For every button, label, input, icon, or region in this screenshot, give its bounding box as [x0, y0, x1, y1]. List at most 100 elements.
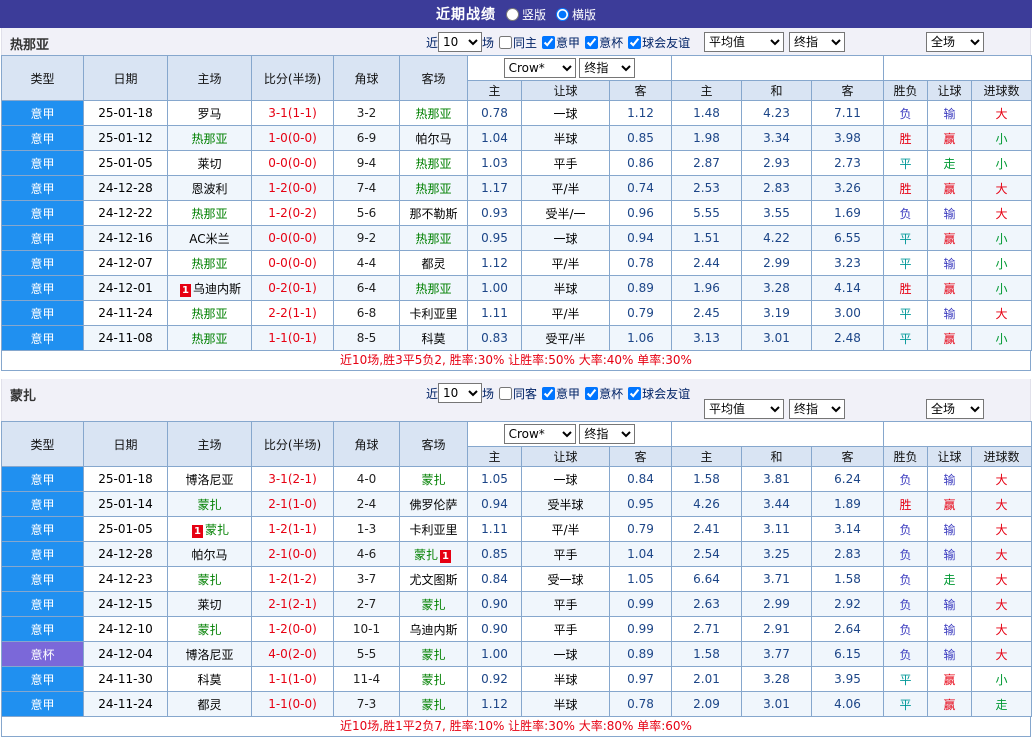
layout-radio-vertical[interactable]: 竖版	[505, 6, 546, 23]
match-row: 意甲 24-12-28 恩波利 1-2(0-0) 7-4 热那亚 1.17 平/半 0.74 2.…	[1, 175, 1032, 201]
team-name[interactable]: 佛罗伦萨	[409, 498, 457, 512]
odds-final-select[interactable]: 终指	[579, 424, 636, 444]
odds-final-select[interactable]: 终指	[579, 58, 636, 78]
match-date: 24-12-10	[83, 616, 168, 642]
team-name[interactable]: 乌迪内斯	[409, 623, 457, 637]
filter-coppa-italia[interactable]: 意杯	[585, 34, 623, 51]
team-name[interactable]: 热那亚	[415, 157, 451, 171]
match-row: 意甲 24-12-23 蒙扎 1-2(1-2) 3-7 尤文图斯 0.84 受一球 1.05 6.…	[1, 566, 1032, 592]
avg-odds-away: 1.58	[811, 566, 885, 592]
team-name[interactable]: 热那亚	[191, 332, 227, 346]
layout-radio-horizontal[interactable]: 横版	[556, 6, 596, 23]
team-name[interactable]: 蒙扎	[421, 698, 445, 712]
team-name[interactable]: 卡利亚里	[409, 307, 457, 321]
team-name[interactable]: 卡利亚里	[409, 523, 457, 537]
filter-serie-a-checkbox[interactable]	[542, 35, 556, 49]
team-name[interactable]: 都灵	[197, 698, 221, 712]
layout-radio-horizontal-input[interactable]	[556, 7, 569, 21]
team-name[interactable]: 莱切	[197, 598, 221, 612]
filter-club-friendly[interactable]: 球会友谊	[628, 34, 690, 51]
team-name[interactable]: 博洛尼亚	[185, 473, 233, 487]
handicap-line: 受平/半	[521, 325, 610, 351]
home-team: 都灵	[167, 691, 252, 717]
bookmaker-select[interactable]: Crow*	[503, 424, 576, 444]
handicap-odds-away: 0.74	[608, 175, 673, 201]
team-name[interactable]: 蒙扎	[421, 598, 445, 612]
filter-serie-a-checkbox[interactable]	[542, 386, 556, 400]
league-type: 意甲	[1, 666, 84, 692]
col-score: 比分(半场)	[251, 421, 334, 467]
team-name[interactable]: 热那亚	[415, 182, 451, 196]
corner-score: 7-3	[333, 691, 400, 717]
filter-coppa-italia-checkbox[interactable]	[585, 35, 599, 49]
team-name[interactable]: 热那亚	[415, 232, 451, 246]
team-name[interactable]: 热那亚	[191, 207, 227, 221]
team-name[interactable]: 热那亚	[415, 107, 451, 121]
avg-odds-home: 2.71	[671, 616, 743, 642]
match-row: 意甲 24-12-16 AC米兰 0-0(0-0) 9-2 热那亚 0.95 一球 0.94 1.…	[1, 225, 1032, 251]
handicap-result: 输	[927, 516, 973, 542]
team-name[interactable]: 都灵	[421, 257, 445, 271]
team-name[interactable]: 帕尔马	[191, 548, 227, 562]
filter-serie-a[interactable]: 意甲	[542, 385, 580, 402]
scope-select[interactable]: 全场	[926, 399, 984, 419]
team-name[interactable]: 蒙扎	[421, 473, 445, 487]
filter-same-home-checkbox[interactable]	[499, 35, 513, 49]
team-name[interactable]: 热那亚	[191, 257, 227, 271]
scope-select[interactable]: 全场	[926, 32, 984, 52]
avg-final-select[interactable]: 终指	[789, 399, 845, 419]
bookmaker-select[interactable]: Crow*	[503, 58, 576, 78]
filter-coppa-italia[interactable]: 意杯	[585, 385, 623, 402]
team-name[interactable]: 尤文图斯	[409, 573, 457, 587]
filter-same-away-checkbox[interactable]	[499, 386, 513, 400]
team-name[interactable]: 帕尔马	[415, 132, 451, 146]
away-team: 蒙扎	[399, 691, 468, 717]
avg-odds-select[interactable]: 平均值	[704, 399, 784, 419]
team-name[interactable]: 蒙扎	[421, 648, 445, 662]
team-name[interactable]: 热那亚	[415, 282, 451, 296]
team-name[interactable]: 科莫	[421, 332, 445, 346]
team-name[interactable]: 科莫	[197, 673, 221, 687]
team-name[interactable]: 罗马	[197, 107, 221, 121]
team-name[interactable]: 蒙扎	[197, 573, 221, 587]
avg-final-select[interactable]: 终指	[789, 32, 845, 52]
goals-result: 大	[971, 175, 1032, 201]
handicap-result: 赢	[927, 125, 973, 151]
handicap-line: 一球	[521, 225, 610, 251]
filter-serie-a[interactable]: 意甲	[542, 34, 580, 51]
recent-count-select[interactable]: 10	[438, 383, 483, 403]
match-score: 1-2(0-2)	[251, 200, 334, 226]
team-name[interactable]: 蒙扎	[205, 523, 229, 537]
filter-coppa-italia-checkbox[interactable]	[585, 386, 599, 400]
home-team: 莱切	[167, 591, 252, 617]
team-name[interactable]: 热那亚	[191, 132, 227, 146]
avg-odds-select[interactable]: 平均值	[704, 32, 784, 52]
red-card-badge: 1	[440, 549, 451, 563]
filter-club-friendly-checkbox[interactable]	[628, 35, 642, 49]
recent-count-select[interactable]: 10	[438, 32, 483, 52]
team-name[interactable]: 蒙扎	[421, 673, 445, 687]
team-name[interactable]: 博洛尼亚	[185, 648, 233, 662]
avg-odds-home: 2.01	[671, 666, 743, 692]
games-label: 场	[482, 386, 495, 401]
col-handicap: 让球	[521, 80, 610, 101]
filter-same-away[interactable]: 同客	[499, 385, 537, 402]
team-name[interactable]: 乌迪内斯	[193, 282, 241, 296]
avg-odds-away: 3.23	[811, 250, 885, 276]
team-name[interactable]: 那不勒斯	[409, 207, 457, 221]
team-name[interactable]: 蒙扎	[414, 548, 438, 562]
filter-club-friendly[interactable]: 球会友谊	[628, 385, 690, 402]
handicap-line: 半球	[521, 691, 610, 717]
team-name[interactable]: 恩波利	[191, 182, 227, 196]
match-score: 1-2(1-1)	[251, 516, 334, 542]
filter-club-friendly-checkbox[interactable]	[628, 386, 642, 400]
home-team: AC米兰	[167, 225, 252, 251]
team-name[interactable]: AC米兰	[189, 232, 229, 246]
team-name[interactable]: 蒙扎	[197, 498, 221, 512]
avg-odds-home: 2.45	[671, 300, 743, 326]
team-name[interactable]: 蒙扎	[197, 623, 221, 637]
team-name[interactable]: 莱切	[197, 157, 221, 171]
layout-radio-vertical-input[interactable]	[505, 7, 519, 21]
filter-same-home[interactable]: 同主	[499, 34, 537, 51]
team-name[interactable]: 热那亚	[191, 307, 227, 321]
